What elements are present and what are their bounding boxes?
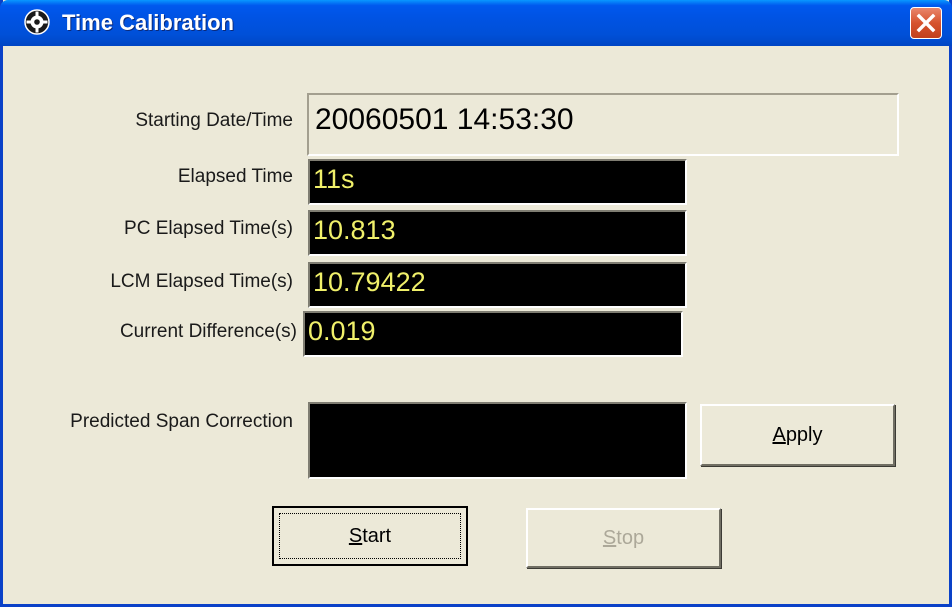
elapsed-time-label: Elapsed Time — [177, 166, 293, 187]
current-difference-label: Current Difference(s) — [119, 321, 297, 342]
apply-button[interactable]: Apply — [700, 404, 895, 466]
lcm-elapsed-time-label: LCM Elapsed Time(s) — [110, 271, 293, 292]
predicted-span-correction-label: Predicted Span Correction — [70, 411, 293, 432]
clock-gear-icon — [24, 9, 50, 35]
time-calibration-window: Time Calibration Starting Date/Time 2006… — [0, 0, 952, 607]
current-difference-display: 0.019 — [303, 311, 683, 357]
pc-elapsed-time-display: 10.813 — [308, 210, 687, 256]
window-title: Time Calibration — [62, 10, 234, 35]
lcm-elapsed-time-display: 10.79422 — [308, 262, 687, 308]
starting-datetime-field: 20060501 14:53:30 — [307, 93, 899, 156]
start-button[interactable]: Start — [272, 506, 468, 566]
elapsed-time-display: 11s — [308, 159, 687, 205]
predicted-span-correction-display — [308, 402, 687, 479]
starting-datetime-label: Starting Date/Time — [135, 110, 293, 131]
stop-button-label: Stop — [602, 526, 645, 549]
start-button-label: Start — [348, 524, 392, 547]
apply-button-label: Apply — [772, 423, 823, 446]
close-icon — [916, 13, 936, 33]
title-bar[interactable]: Time Calibration — [0, 0, 952, 46]
close-button[interactable] — [910, 7, 942, 39]
pc-elapsed-time-label: PC Elapsed Time(s) — [124, 218, 293, 239]
stop-button[interactable]: Stop — [526, 508, 721, 568]
